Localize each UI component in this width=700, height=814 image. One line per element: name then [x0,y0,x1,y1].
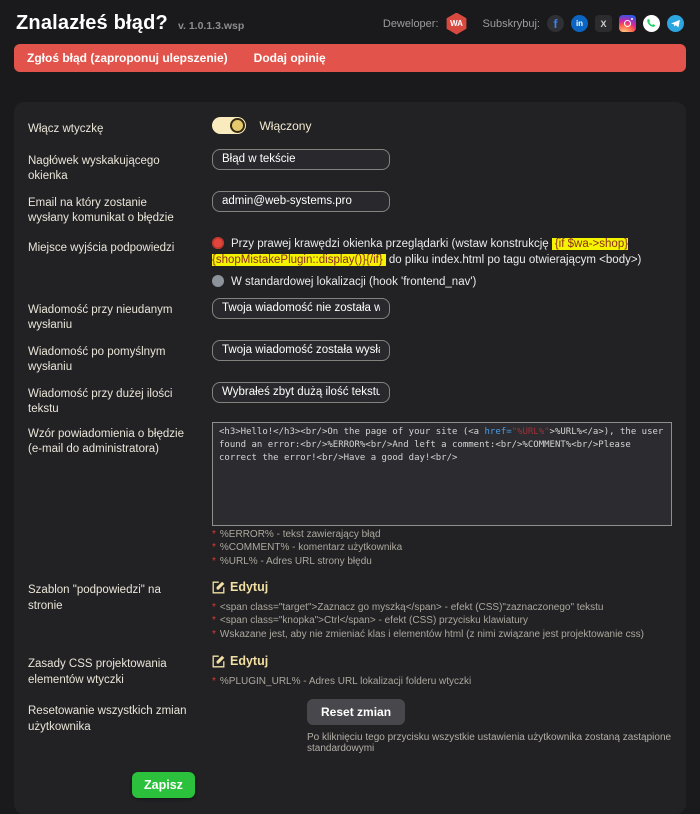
whatsapp-icon[interactable] [643,15,660,32]
x-twitter-icon[interactable]: X [595,15,612,32]
placement-option1-text: Przy prawej krawędzi okienka przeglądark… [231,238,552,250]
webasyst-logo-icon[interactable]: WA [446,13,468,35]
placement-option1-suffix: do pliku index.html po tagu otwierającym… [386,254,642,266]
css-rules-label: Zasady CSS projektowania elementów wtycz… [28,652,190,688]
instagram-icon[interactable] [619,15,636,32]
report-bug-link[interactable]: Zgłoś błąd (zaproponuj ulepszenie) [27,51,228,65]
email-row: Email na który zostanie wysłany komunika… [28,191,672,227]
placement-row: Miejsce wyjścia podpowiedzi Przy prawej … [28,236,672,290]
note-error: *%ERROR% - tekst zawierający błąd [212,529,672,542]
reset-row: Resetowanie wszystkich zmian użytkownika… [28,699,672,754]
phone-glyph [646,18,657,29]
popup-header-input[interactable] [212,149,390,170]
edit-link-label: Edytuj [230,654,268,668]
reset-note: Po kliknięciu tego przycisku wszystkie u… [307,732,672,754]
note-url: *%URL% - Adres URL strony błędu [212,556,672,569]
asterisk: * [212,529,216,540]
success-message-input[interactable] [212,340,390,361]
reset-button[interactable]: Reset zmian [307,699,405,725]
enable-plugin-label: Włącz wtyczkę [28,117,190,138]
linkedin-icon[interactable]: in [571,15,588,32]
reset-label: Resetowanie wszystkich zmian użytkownika [28,699,190,735]
note-plugin-url: *%PLUGIN_URL% - Adres URL lokalizacji fo… [212,676,672,689]
header-meta: Deweloper: WA Subskrybuj: f in X [383,13,684,35]
template-notes: *%ERROR% - tekst zawierający błąd *%COMM… [212,529,672,569]
note-keep-classes: *Wskazane jest, aby nie zmieniać klas i … [212,629,672,642]
edit-icon [212,581,225,594]
notification-template-row: Wzór powiadomienia o błędzie (e-mail do … [28,422,672,570]
placement-option2-text: W standardowej lokalizacji (hook 'fronte… [231,276,476,288]
asterisk: * [212,615,216,626]
success-message-row: Wiadomość po pomyślnym wysłaniu [28,340,672,376]
popup-header-row: Nagłówek wyskakującego okienka [28,149,672,185]
asterisk: * [212,602,216,613]
fail-message-input[interactable] [212,298,390,319]
feedback-bar: Zgłoś błąd (zaproponuj ulepszenie) Dodaj… [14,44,686,72]
settings-panel: Włącz wtyczkę Włączony Nagłówek wyskakuj… [14,102,686,814]
enable-plugin-row: Włącz wtyczkę Włączony [28,117,672,138]
tooltip-template-row: Szablon "podpowiedzi" na stronie Edytuj … [28,578,672,642]
facebook-glyph: f [554,17,558,31]
too-much-text-row: Wiadomość przy dużej ilości tekstu [28,382,672,418]
radio-unselected-icon[interactable] [212,275,224,287]
app-header: Znalazłeś błąd? v. 1.0.1.3.wsp Deweloper… [0,0,700,44]
asterisk: * [212,556,216,567]
placement-option-browser-edge: Przy prawej krawędzi okienka przeglądark… [212,236,672,268]
subscribe-label: Subskrybuj: [483,18,540,30]
code-string: "%URL%" [512,427,550,437]
linkedin-glyph: in [576,19,583,28]
facebook-icon[interactable]: f [547,15,564,32]
instagram-lens [624,20,631,27]
code-text: <h3>Hello!</h3><br/>On the page of your … [219,427,485,437]
email-input[interactable] [212,191,390,212]
edit-icon [212,655,225,668]
fail-message-label: Wiadomość przy nieudanym wysłaniu [28,298,190,334]
notification-template-label: Wzór powiadomienia o błędzie (e-mail do … [28,422,190,458]
radio-selected-icon[interactable] [212,237,224,249]
edit-css-rules-link[interactable]: Edytuj [212,652,268,668]
tooltip-template-label: Szablon "podpowiedzi" na stronie [28,578,190,614]
css-rules-row: Zasady CSS projektowania elementów wtycz… [28,652,672,689]
email-label: Email na który zostanie wysłany komunika… [28,191,190,227]
placement-label: Miejsce wyjścia podpowiedzi [28,236,190,257]
developer-label: Deweloper: [383,18,439,30]
placement-option-standard: W standardowej lokalizacji (hook 'fronte… [212,274,672,290]
popup-header-label: Nagłówek wyskakującego okienka [28,149,190,185]
too-much-text-label: Wiadomość przy dużej ilości tekstu [28,382,190,418]
plugin-version: v. 1.0.1.3.wsp [178,20,244,32]
note-knopka-span: *<span class="knopka">Ctrl</span> - efek… [212,615,672,628]
too-much-text-input[interactable] [212,382,390,403]
toggle-state-label: Włączony [259,119,311,133]
enable-plugin-toggle[interactable] [212,117,246,134]
save-button[interactable]: Zapisz [132,772,195,798]
toggle-knob [230,118,245,133]
fail-message-row: Wiadomość przy nieudanym wysłaniu [28,298,672,334]
asterisk: * [212,676,216,687]
code-attr: href= [485,427,512,437]
page-title: Znalazłeś błąd? [16,12,168,35]
edit-link-label: Edytuj [230,580,268,594]
edit-tooltip-template-link[interactable]: Edytuj [212,578,268,594]
add-review-link[interactable]: Dodaj opinię [254,51,326,65]
x-glyph: X [600,19,606,29]
note-target-span: *<span class="target">Zaznacz go myszką<… [212,602,672,615]
note-comment: *%COMMENT% - komentarz użytkownika [212,542,672,555]
asterisk: * [212,629,216,640]
tooltip-notes: *<span class="target">Zaznacz go myszką<… [212,602,672,642]
notification-template-editor[interactable]: <h3>Hello!</h3><br/>On the page of your … [212,422,672,526]
asterisk: * [212,542,216,553]
enable-plugin-control: Włączony [212,117,672,135]
css-notes: *%PLUGIN_URL% - Adres URL lokalizacji fo… [212,676,672,689]
instagram-dot [631,18,633,20]
paper-plane-glyph [670,18,681,29]
success-message-label: Wiadomość po pomyślnym wysłaniu [28,340,190,376]
telegram-icon[interactable] [667,15,684,32]
